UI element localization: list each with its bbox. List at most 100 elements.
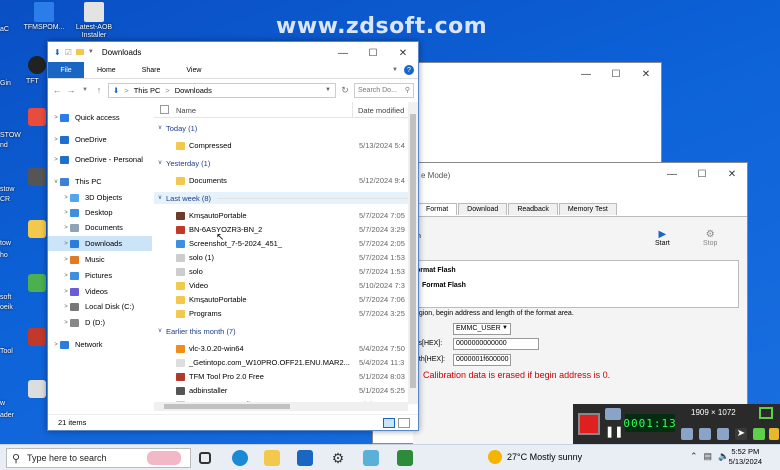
weather-widget[interactable]: 27°C Mostly sunny [488, 450, 582, 464]
tab-share[interactable]: Share [129, 62, 174, 78]
sidebar-item[interactable]: > OneDrive - Personal [48, 152, 152, 167]
speaker-icon[interactable] [681, 428, 693, 440]
forward-arrow-icon[interactable]: → [66, 85, 76, 95]
chevron-right-icon[interactable]: > [52, 157, 60, 163]
column-divider[interactable] [352, 102, 353, 118]
file-row[interactable]: Video 5/10/2024 7:3 [154, 279, 408, 292]
tab-view[interactable]: View [173, 62, 214, 78]
chevron-right-icon[interactable]: > [62, 210, 70, 216]
pen-icon[interactable] [753, 428, 765, 440]
file-row[interactable]: KmsฺautoPortable 5/7/2024 7:05 [154, 209, 408, 222]
tab-download[interactable]: Download [458, 203, 508, 215]
details-view-icon[interactable] [383, 417, 395, 428]
sidebar-item[interactable]: > Network [48, 337, 152, 352]
tab-format[interactable]: Format [417, 203, 458, 215]
region-select[interactable]: EMMC_USER ▼ [453, 323, 511, 335]
chevron-down-icon[interactable]: ▼ [80, 87, 90, 93]
chevron-right-icon[interactable]: > [52, 137, 60, 143]
volume-icon[interactable]: 🔈 [718, 451, 729, 462]
sidebar-item[interactable]: v This PC [48, 174, 152, 189]
app-icon[interactable] [397, 450, 413, 466]
folder-icon[interactable] [28, 220, 46, 238]
record-button[interactable] [578, 413, 600, 435]
scroll-thumb[interactable] [164, 404, 290, 409]
file-row[interactable]: Compressed 5/13/2024 5:4 [154, 139, 408, 152]
file-row[interactable]: solo (1) 5/7/2024 1:53 [154, 251, 408, 264]
chevron-down-icon[interactable]: ▼ [88, 49, 94, 55]
app-icon[interactable] [28, 274, 46, 292]
up-arrow-icon[interactable]: ↑ [94, 85, 104, 95]
app-icon[interactable] [28, 56, 46, 74]
file-row[interactable]: BN-6ASYOZR3-BN_2 5/7/2024 3:29 [154, 223, 408, 236]
group-header[interactable]: v Earlier this month (7) [154, 325, 242, 337]
chevron-right-icon[interactable]: > [62, 320, 70, 326]
file-explorer-window[interactable]: ⬇ ☑ ▼ Downloads — ☐ ✕ File Home Share Vi… [47, 41, 419, 431]
large-icons-view-icon[interactable] [398, 417, 410, 428]
maximize-button[interactable]: ☐ [601, 63, 631, 85]
app-icon[interactable] [363, 450, 379, 466]
group-header[interactable]: v Today (1) [154, 122, 203, 134]
sidebar-item[interactable]: > Music [48, 252, 152, 267]
app-icon[interactable] [28, 168, 46, 186]
close-button[interactable]: ✕ [717, 163, 747, 185]
network-icon[interactable]: ▤ [704, 451, 713, 462]
sidebar-item[interactable]: > Desktop [48, 205, 152, 220]
file-row[interactable]: Programs 5/7/2024 3:25 [154, 307, 408, 320]
checkbox-icon[interactable]: ☑ [65, 48, 72, 57]
chevron-right-icon[interactable]: > [52, 115, 60, 121]
file-icon[interactable] [28, 380, 46, 398]
chevron-right-icon[interactable]: > [62, 225, 70, 231]
address-bar[interactable]: ⬇ > This PC > Downloads ▼ [108, 82, 336, 98]
task-view-icon[interactable] [199, 452, 211, 464]
sidebar-item[interactable]: > Documents [48, 220, 152, 235]
chevron-down-icon[interactable]: v [154, 195, 166, 201]
file-row[interactable]: TFM Tool Pro 2.0 Free 5/1/2024 8:03 [154, 370, 408, 383]
file-explorer-icon[interactable] [264, 450, 280, 466]
edge-icon[interactable] [232, 450, 248, 466]
maximize-button[interactable]: ☐ [687, 163, 717, 185]
app-icon[interactable] [28, 328, 46, 346]
close-button[interactable]: ✕ [631, 63, 661, 85]
chevron-down-icon[interactable]: v [154, 328, 166, 334]
column-date-modified[interactable]: Date modified [358, 106, 404, 115]
chevron-down-icon[interactable]: v [154, 160, 166, 166]
chevron-right-icon[interactable]: > [62, 273, 70, 279]
chevron-right-icon[interactable]: > [62, 241, 70, 247]
chevron-down-icon[interactable]: v [52, 179, 60, 185]
length-input[interactable]: 0000001f600000 [453, 354, 511, 366]
option-label[interactable]: ormat Flash [416, 267, 456, 274]
help-icon[interactable]: ? [404, 65, 414, 75]
scroll-thumb[interactable] [410, 114, 416, 388]
chevron-down-icon[interactable]: ▼ [392, 67, 398, 73]
webcam-icon[interactable] [717, 428, 729, 440]
tab-home[interactable]: Home [84, 62, 129, 78]
cursor-icon[interactable]: ➤ [735, 428, 747, 440]
tab-memory-test[interactable]: Memory Test [558, 203, 617, 215]
refresh-icon[interactable]: ↻ [340, 85, 350, 96]
sidebar-item[interactable]: > OneDrive [48, 132, 152, 147]
chevron-right-icon[interactable]: > [52, 342, 60, 348]
chevron-right-icon[interactable]: > [62, 195, 70, 201]
file-tab[interactable]: File [48, 62, 84, 78]
file-row[interactable]: Documents 5/12/2024 9:4 [154, 174, 408, 187]
breadcrumb-downloads[interactable]: Downloads [175, 86, 212, 95]
horizontal-scrollbar[interactable] [154, 402, 408, 411]
stop-button[interactable]: ⚙ Stop [703, 229, 717, 247]
sidebar-item[interactable]: > Downloads [48, 236, 152, 251]
maximize-button[interactable]: ☐ [358, 42, 388, 64]
highlighter-icon[interactable] [769, 428, 779, 440]
file-row[interactable]: Screenshot_7-5-2024_451_ 5/7/2024 2:05 [154, 237, 408, 250]
region-icon[interactable] [759, 407, 773, 419]
tab-readback[interactable]: Readback [508, 203, 558, 215]
minimize-button[interactable]: — [571, 63, 601, 85]
file-row[interactable]: adbinstaller 5/1/2024 5:25 [154, 384, 408, 397]
start-button[interactable]: ▶ Start [655, 229, 670, 247]
close-button[interactable]: ✕ [388, 42, 418, 64]
file-row[interactable]: KmsฺautoPortable 5/7/2024 7:06 [154, 293, 408, 306]
file-row[interactable]: solo 5/7/2024 1:53 [154, 265, 408, 278]
begin-address-input[interactable]: 0000000000000 [453, 338, 539, 350]
chevron-right-icon[interactable]: > [62, 289, 70, 295]
minimize-button[interactable]: — [657, 163, 687, 185]
select-all-checkbox[interactable] [160, 105, 169, 114]
chevron-right-icon[interactable]: > [62, 257, 70, 263]
